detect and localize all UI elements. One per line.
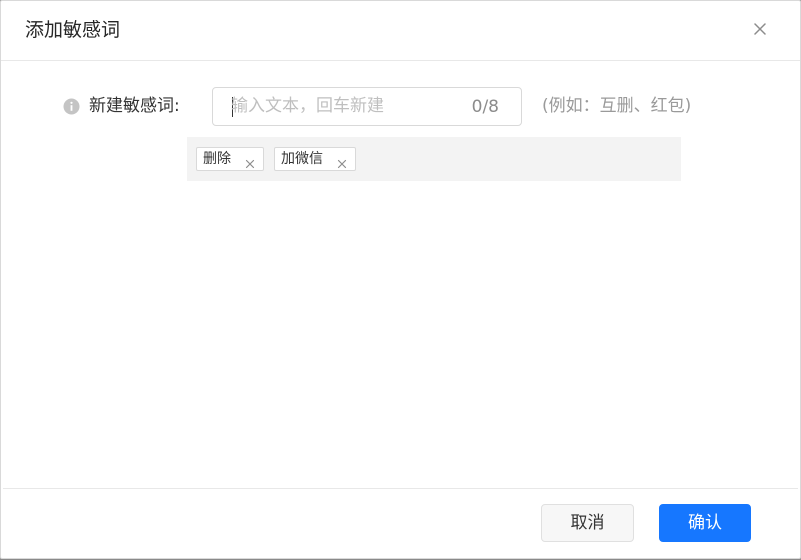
tag-label: 删除 — [203, 151, 231, 167]
tag-item: 删除 — [196, 147, 264, 171]
close-icon[interactable] — [748, 17, 772, 41]
new-word-input[interactable] — [231, 94, 451, 118]
new-word-label: 新建敏感词: — [89, 96, 180, 116]
cancel-button[interactable]: 取消 — [541, 504, 634, 542]
tags-area: 删除 加微信 — [187, 137, 681, 181]
example-hint: (例如：互删、红包) — [542, 96, 692, 116]
close-icon[interactable] — [245, 154, 255, 169]
close-icon[interactable] — [337, 154, 347, 169]
confirm-button[interactable]: 确认 — [659, 504, 751, 542]
tag-item: 加微信 — [274, 147, 356, 171]
dialog-header: 添加敏感词 — [1, 1, 800, 61]
dialog-footer: 取消 确认 — [3, 488, 798, 559]
add-sensitive-word-dialog: 添加敏感词 新建敏感词: 0/8 (例如：互删、红包) 删除 — [0, 0, 801, 559]
info-icon — [63, 98, 80, 115]
dialog-title: 添加敏感词 — [25, 19, 121, 41]
char-counter: 0/8 — [471, 97, 499, 117]
tag-label: 加微信 — [281, 151, 323, 167]
new-word-input-box[interactable]: 0/8 — [212, 87, 522, 126]
